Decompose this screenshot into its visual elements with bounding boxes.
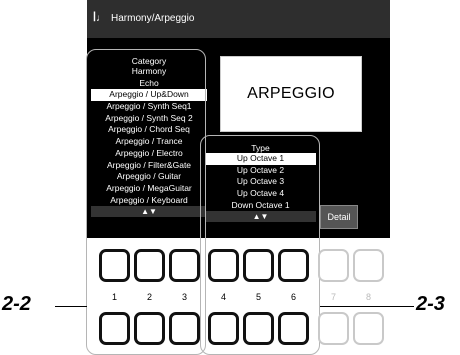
upper-button-2[interactable] — [134, 249, 165, 282]
arpeggio-preview-panel: ARPEGGIO — [220, 56, 362, 132]
button-number-8: 8 — [365, 292, 371, 302]
title-bar: ꟾ♩ Harmony/Arpeggio — [87, 0, 390, 38]
callout-left: 2-2 — [2, 293, 31, 315]
upper-button-4[interactable] — [208, 249, 239, 282]
upper-button-7[interactable] — [318, 249, 349, 282]
category-highlight-frame — [86, 49, 206, 355]
button-number-5: 5 — [255, 292, 261, 302]
callout-right: 2-3 — [416, 293, 445, 315]
callout-right-line — [320, 306, 414, 307]
lower-button-6[interactable] — [278, 312, 309, 345]
lower-button-7[interactable] — [318, 312, 349, 345]
button-number-2: 2 — [146, 292, 152, 302]
upper-button-1[interactable] — [99, 249, 130, 282]
lower-button-1[interactable] — [99, 312, 130, 345]
button-number-3: 3 — [181, 292, 187, 302]
upper-button-3[interactable] — [169, 249, 200, 282]
button-number-4: 4 — [220, 292, 226, 302]
window-title: Harmony/Arpeggio — [111, 13, 195, 24]
lower-button-2[interactable] — [134, 312, 165, 345]
lower-button-5[interactable] — [243, 312, 274, 345]
button-number-1: 1 — [111, 292, 117, 302]
callout-left-line — [55, 306, 87, 307]
lower-button-8[interactable] — [353, 312, 384, 345]
upper-button-8[interactable] — [353, 249, 384, 282]
lower-button-4[interactable] — [208, 312, 239, 345]
preview-label: ARPEGGIO — [247, 85, 335, 102]
upper-button-5[interactable] — [243, 249, 274, 282]
button-number-7: 7 — [330, 292, 336, 302]
detail-button[interactable]: Detail — [320, 205, 358, 229]
music-score-icon: ꟾ♩ — [93, 13, 106, 24]
upper-button-6[interactable] — [278, 249, 309, 282]
lower-button-3[interactable] — [169, 312, 200, 345]
button-number-6: 6 — [290, 292, 296, 302]
